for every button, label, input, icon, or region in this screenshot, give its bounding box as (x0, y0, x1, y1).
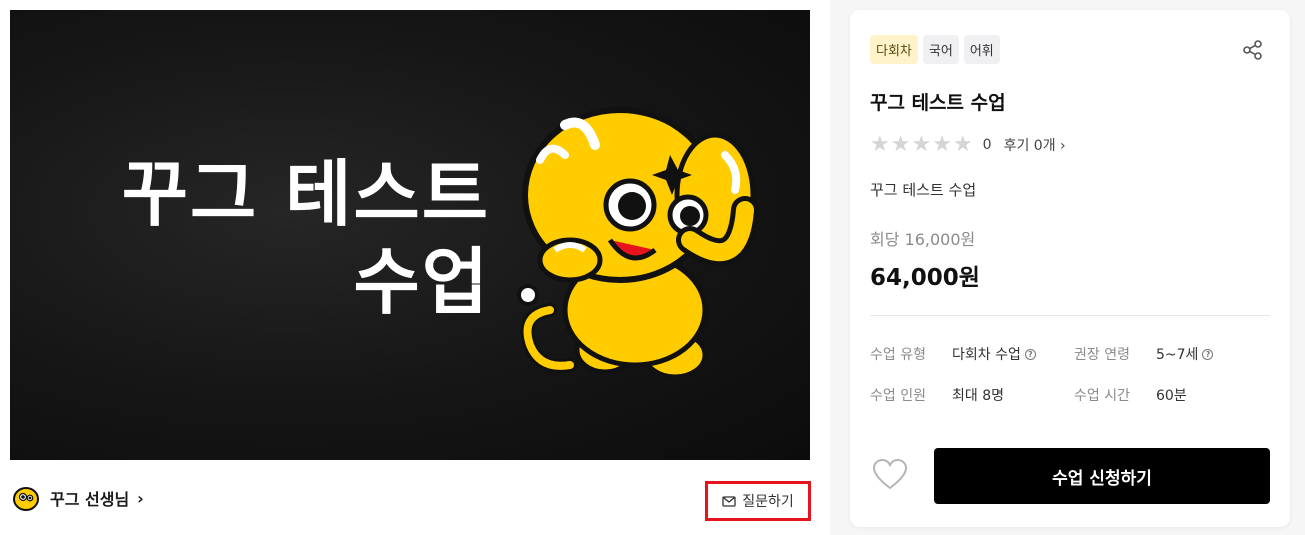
heart-icon[interactable] (872, 457, 908, 493)
class-subtitle: 꾸그 테스트 수업 (870, 181, 977, 199)
star-icon: ★ (870, 132, 890, 157)
thumbnail-title: 꾸그 테스트 수업 (110, 150, 490, 326)
thumbnail-title-line2: 수업 (353, 240, 490, 324)
rating-score: 0 (982, 137, 992, 153)
mail-icon (722, 495, 736, 507)
info-size-value: 최대 8명 (952, 388, 1004, 404)
info-time-value: 60분 (1156, 388, 1187, 404)
review-link[interactable]: 후기 0개 › (1004, 135, 1066, 155)
info-class-type-value: 다회차 수업 (952, 347, 1021, 363)
star-icon: ★ (952, 132, 973, 157)
star-icon: ★ (932, 132, 952, 157)
share-icon[interactable] (1242, 39, 1264, 61)
teacher-avatar (11, 483, 41, 513)
info-time-label: 수업 시간 (1074, 388, 1130, 404)
info-class-type-label: 수업 유형 (870, 347, 926, 363)
star-icon: ★ (890, 132, 911, 157)
divider (870, 315, 1270, 316)
help-icon[interactable]: ? (1024, 348, 1036, 360)
total-price: 64,000원 (870, 265, 980, 291)
tag-list: 다회차 국어 어휘 (870, 35, 1000, 64)
info-class-size: 수업 인원 최대 8명 (870, 385, 1004, 405)
tag-multi-session: 다회차 (870, 35, 918, 64)
info-recommended-age: 권장 연령 5~7세 ? (1074, 344, 1214, 364)
class-thumbnail: 꾸그 테스트 수업 (10, 10, 810, 460)
left-panel: 꾸그 테스트 수업 꾸그 선생님 › 질문하기 (0, 0, 830, 535)
elephant-mascot-illustration (517, 107, 759, 380)
help-icon[interactable]: ? (1202, 348, 1214, 360)
tag-vocabulary: 어휘 (963, 35, 1000, 64)
info-size-label: 수업 인원 (870, 388, 926, 404)
class-title: 꾸그 테스트 수업 (870, 92, 1006, 114)
ask-question-label: 질문하기 (742, 494, 794, 510)
tag-korean: 국어 (922, 35, 959, 64)
thumbnail-title-line1: 꾸그 테스트 (121, 152, 490, 236)
teacher-name: 꾸그 선생님 (50, 490, 130, 509)
per-session-price: 회당 16,000원 (870, 230, 976, 249)
ask-question-button[interactable]: 질문하기 (705, 481, 811, 521)
star-icon: ★ (911, 132, 932, 157)
info-age-label: 권장 연령 (1074, 347, 1130, 363)
chevron-right-icon: › (137, 488, 144, 508)
class-info-card: 다회차 국어 어휘 꾸그 테스트 수업 ★ ★ ★ ★ ★ 0 후기 0개 › … (850, 10, 1290, 527)
info-class-type: 수업 유형 다회차 수업 ? (870, 344, 1036, 364)
info-class-time: 수업 시간 60분 (1074, 385, 1187, 405)
teacher-profile-link[interactable]: 꾸그 선생님 › (10, 482, 144, 514)
rating-row: ★ ★ ★ ★ ★ 0 후기 0개 › (870, 134, 1066, 156)
apply-class-button[interactable]: 수업 신청하기 (934, 448, 1270, 504)
rating-stars: ★ ★ ★ ★ ★ (870, 134, 973, 156)
info-age-value: 5~7세 (1156, 347, 1199, 363)
